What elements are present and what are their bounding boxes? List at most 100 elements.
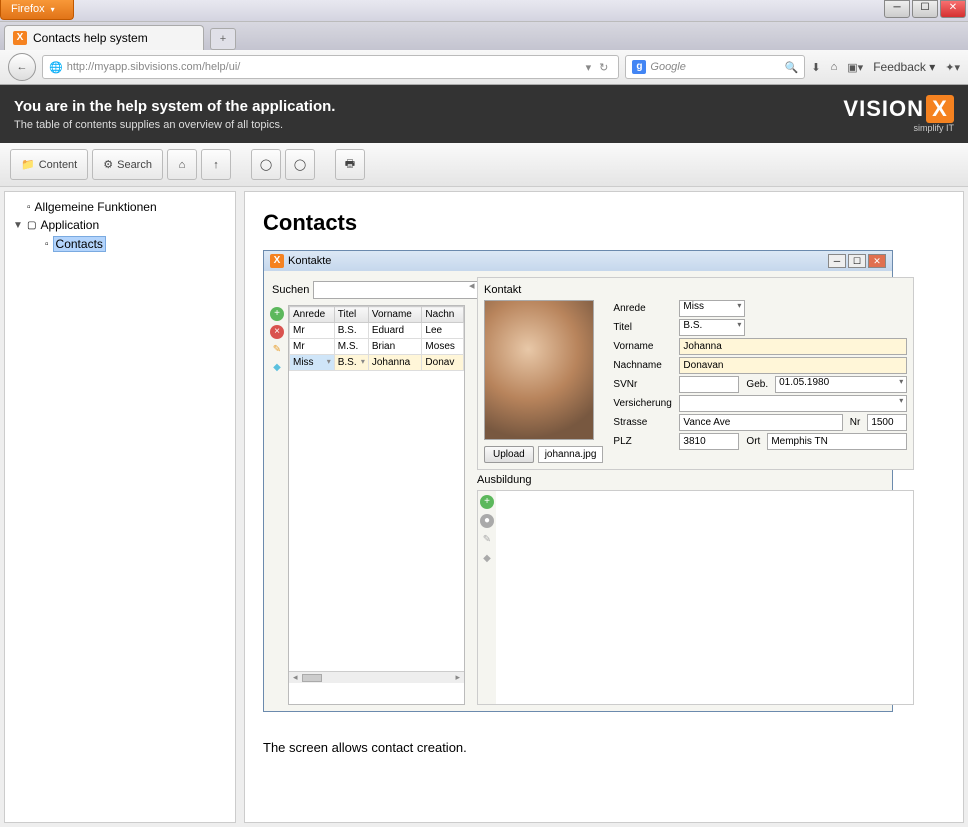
app-icon: X bbox=[270, 254, 284, 268]
reload-icon[interactable]: ↻ bbox=[599, 61, 608, 74]
minimize-button[interactable]: ─ bbox=[884, 0, 910, 18]
aus-del-icon[interactable]: ● bbox=[480, 514, 494, 528]
ort-field[interactable] bbox=[767, 433, 907, 450]
aus-edit-icon[interactable]: ✎ bbox=[480, 533, 494, 547]
col-vorname[interactable]: Vorname bbox=[368, 307, 422, 323]
maximize-button[interactable]: ☐ bbox=[912, 0, 938, 18]
bookmark-icon[interactable]: ▣▾ bbox=[847, 61, 863, 74]
collapse-icon[interactable]: ▼ bbox=[13, 220, 23, 231]
browser-navbar: ← 🌐 http://myapp.sibvisions.com/help/ui/… bbox=[0, 50, 968, 85]
app-close-icon[interactable]: ✕ bbox=[868, 254, 886, 268]
versicherung-select[interactable] bbox=[679, 395, 907, 412]
help-body: ▫ Allgemeine Funktionen ▼ ▢ Application … bbox=[0, 187, 968, 827]
up-icon: ↑ bbox=[213, 159, 219, 171]
nav-back-button[interactable]: ◯ bbox=[251, 149, 281, 180]
svnr-field[interactable] bbox=[679, 376, 739, 393]
upload-button[interactable]: Upload bbox=[484, 446, 534, 463]
geb-field[interactable]: 01.05.1980 bbox=[775, 376, 907, 393]
logo-main: VISION bbox=[843, 96, 924, 122]
splitter-icon[interactable]: ◂ bbox=[469, 277, 473, 705]
col-nachn[interactable]: Nachn bbox=[422, 307, 464, 323]
app-maximize-icon[interactable]: ☐ bbox=[848, 254, 866, 268]
feedback-button[interactable]: Feedback ▾ bbox=[873, 60, 935, 74]
up-button[interactable]: ↑ bbox=[201, 149, 231, 180]
ausbildung-section: Ausbildung + ● ✎ ◆ bbox=[477, 474, 914, 705]
logo-sub: simplify IT bbox=[843, 123, 954, 133]
vorname-field[interactable] bbox=[679, 338, 907, 355]
edit-row-icon[interactable]: ✎ bbox=[270, 343, 284, 357]
plz-field[interactable] bbox=[679, 433, 739, 450]
export-icon[interactable]: ◆ bbox=[270, 361, 284, 375]
app-minimize-icon[interactable]: ─ bbox=[828, 254, 846, 268]
tree-item-general[interactable]: ▫ Allgemeine Funktionen bbox=[11, 198, 229, 216]
contact-photo bbox=[484, 300, 594, 440]
titel-select[interactable]: B.S. bbox=[679, 319, 745, 336]
grid-scrollbar[interactable]: ◂▸ bbox=[289, 671, 464, 683]
anrede-select[interactable]: Miss bbox=[679, 300, 745, 317]
dropdown-icon[interactable]: ▾ bbox=[586, 61, 592, 74]
browser-tab-strip: X Contacts help system + bbox=[0, 22, 968, 50]
logo-x-icon: X bbox=[926, 95, 954, 123]
table-row[interactable]: MrM.S.BrianMoses bbox=[290, 339, 464, 355]
circle-left-icon: ◯ bbox=[260, 158, 272, 171]
toc-sidebar: ▫ Allgemeine Funktionen ▼ ▢ Application … bbox=[4, 191, 236, 823]
ausbildung-title: Ausbildung bbox=[477, 474, 914, 486]
app-titlebar: X Kontakte ─ ☐ ✕ bbox=[264, 251, 892, 271]
url-actions: ▾ ↻ bbox=[582, 61, 613, 74]
app-window-title: Kontakte bbox=[288, 255, 331, 267]
content-tab-button[interactable]: 📁Content bbox=[10, 149, 88, 180]
kontakt-title: Kontakt bbox=[484, 284, 907, 296]
aus-export-icon[interactable]: ◆ bbox=[480, 552, 494, 566]
help-title: You are in the help system of the applic… bbox=[14, 98, 335, 115]
globe-icon: 🌐 bbox=[49, 61, 63, 74]
browser-tab[interactable]: X Contacts help system bbox=[4, 25, 204, 50]
page-icon: ▫ bbox=[27, 202, 31, 213]
add-row-icon[interactable]: + bbox=[270, 307, 284, 321]
search-tab-button[interactable]: ⚙Search bbox=[92, 149, 163, 180]
firefox-menu-button[interactable]: Firefox bbox=[0, 0, 74, 20]
search-box[interactable]: g Google 🔍 bbox=[625, 55, 805, 79]
addon-icon[interactable]: ✦▾ bbox=[945, 61, 960, 74]
nr-field[interactable] bbox=[867, 414, 907, 431]
circle-right-icon: ◯ bbox=[294, 158, 306, 171]
delete-row-icon[interactable]: × bbox=[270, 325, 284, 339]
app-right-panel: Kontakt Upload johanna.jpg AnredeMiss bbox=[477, 277, 914, 705]
nav-fwd-button[interactable]: ◯ bbox=[285, 149, 315, 180]
home-icon: ⌂ bbox=[179, 159, 186, 171]
brand-logo: VISION X simplify IT bbox=[843, 95, 954, 133]
nachname-field[interactable] bbox=[679, 357, 907, 374]
col-anrede[interactable]: Anrede bbox=[290, 307, 335, 323]
home-icon[interactable]: ⌂ bbox=[831, 61, 838, 73]
kontakt-fieldset: Kontakt Upload johanna.jpg AnredeMiss bbox=[477, 277, 914, 470]
print-button[interactable]: 🖶 bbox=[335, 149, 365, 180]
aus-add-icon[interactable]: + bbox=[480, 495, 494, 509]
table-row[interactable]: MrB.S.EduardLee bbox=[290, 323, 464, 339]
search-placeholder: Google bbox=[650, 61, 780, 73]
url-text: http://myapp.sibvisions.com/help/ui/ bbox=[67, 61, 578, 73]
contacts-grid[interactable]: Anrede Titel Vorname Nachn MrB.S.EduardL… bbox=[288, 305, 465, 705]
nav-icons: ⬇ ⌂ ▣▾ Feedback ▾ ✦▾ bbox=[811, 60, 960, 74]
window-controls: ─ ☐ ✕ bbox=[884, 0, 966, 18]
page-title: Contacts bbox=[263, 210, 945, 236]
search-icon[interactable]: 🔍 bbox=[785, 61, 799, 74]
table-row-selected[interactable]: MissB.S.JohannaDonav bbox=[290, 355, 464, 371]
tab-favicon-icon: X bbox=[13, 31, 27, 45]
col-titel[interactable]: Titel bbox=[334, 307, 368, 323]
close-button[interactable]: ✕ bbox=[940, 0, 966, 18]
ausbildung-grid[interactable] bbox=[496, 491, 913, 704]
strasse-field[interactable] bbox=[679, 414, 842, 431]
gear-icon: ⚙ bbox=[103, 158, 113, 171]
tree-item-application[interactable]: ▼ ▢ Application bbox=[11, 216, 229, 234]
back-button[interactable]: ← bbox=[8, 53, 36, 81]
home-button[interactable]: ⌂ bbox=[167, 149, 197, 180]
upload-filename: johanna.jpg bbox=[538, 446, 604, 463]
url-bar[interactable]: 🌐 http://myapp.sibvisions.com/help/ui/ ▾… bbox=[42, 55, 619, 79]
new-tab-button[interactable]: + bbox=[210, 28, 236, 50]
help-header: You are in the help system of the applic… bbox=[0, 85, 968, 143]
tab-title: Contacts help system bbox=[33, 31, 148, 45]
page-icon: ▫ bbox=[45, 239, 49, 250]
search-label: Suchen bbox=[272, 284, 309, 296]
tree-item-contacts[interactable]: ▫ Contacts bbox=[11, 234, 229, 254]
page-note: The screen allows contact creation. bbox=[263, 740, 945, 755]
download-icon[interactable]: ⬇ bbox=[811, 61, 820, 74]
